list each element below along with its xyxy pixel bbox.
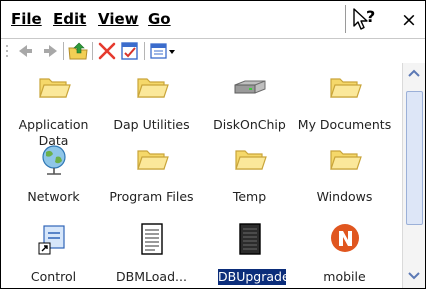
menu-view[interactable]: View (98, 10, 139, 28)
scrollbar-thumb[interactable] (406, 91, 423, 225)
scroll-down-button[interactable] (405, 266, 423, 284)
menu-file[interactable]: File (11, 10, 42, 28)
properties-icon (121, 42, 138, 60)
pointer-help-icon: ? (353, 7, 375, 30)
item-label: Windows (316, 189, 373, 204)
folder-icon (39, 78, 71, 98)
item-label: DiskOnChip (213, 117, 286, 132)
folder-icon (137, 150, 169, 170)
item-label: Network (27, 189, 80, 204)
shortcut-icon (38, 225, 65, 255)
item-label: Program Files (109, 189, 194, 204)
item-label-selected: DBUpgrade (218, 269, 290, 285)
item-label: DBMLoad... (116, 269, 187, 284)
chevron-down-icon (408, 272, 420, 280)
views-menu-icon (150, 43, 175, 59)
n-logo-icon (331, 224, 359, 252)
forward-button[interactable] (39, 41, 61, 61)
menu-edit[interactable]: Edit (53, 10, 86, 28)
dark-document-icon (239, 223, 261, 255)
item-label: Temp (232, 189, 267, 204)
item-label: My Documents (297, 117, 392, 132)
folder-icon (235, 150, 267, 170)
toolbar-separator (92, 42, 93, 60)
help-button[interactable]: ? (345, 5, 384, 33)
delete-button[interactable] (96, 41, 118, 61)
chevron-up-icon (408, 69, 420, 77)
svg-text:?: ? (366, 7, 375, 26)
toolbar-grip (6, 45, 8, 57)
toolbar (1, 39, 425, 63)
forward-arrow-icon (44, 45, 57, 57)
item-label: Dap Utilities (113, 117, 190, 132)
menu-bar: File Edit View Go ? × (1, 1, 425, 39)
back-arrow-icon (19, 45, 32, 57)
network-icon (42, 145, 66, 175)
menu-go[interactable]: Go (148, 10, 171, 28)
item-label: mobile (323, 269, 366, 284)
item-label: Control (30, 269, 77, 284)
properties-button[interactable] (119, 41, 141, 61)
folder-icon (330, 78, 362, 98)
explorer-window: File Edit View Go ? × Application Data D… (0, 0, 426, 289)
folder-icon (137, 78, 169, 98)
close-button[interactable]: × (395, 7, 423, 33)
vertical-scrollbar[interactable] (402, 63, 425, 288)
up-folder-icon (68, 42, 88, 60)
up-folder-button[interactable] (67, 41, 89, 61)
views-menu-button[interactable] (149, 41, 177, 61)
folder-icon (330, 150, 362, 170)
delete-x-icon (98, 42, 116, 60)
file-list: Application Data Dap Utilities DiskOnChi… (1, 63, 400, 288)
toolbar-separator (144, 42, 145, 60)
back-button[interactable] (15, 41, 37, 61)
toolbar-separator (63, 42, 64, 60)
disk-drive-icon (234, 80, 266, 94)
scroll-up-button[interactable] (405, 65, 423, 83)
document-icon (141, 223, 163, 255)
